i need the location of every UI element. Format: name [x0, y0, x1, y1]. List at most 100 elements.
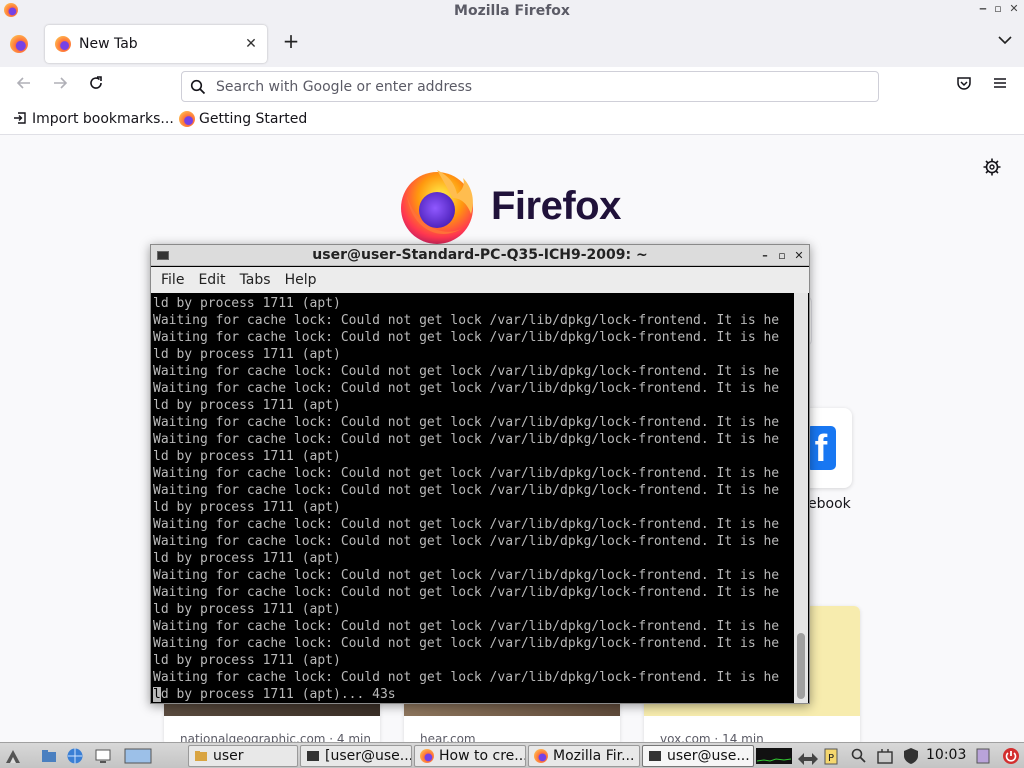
- terminal-line: Waiting for cache lock: Could not get lo…: [153, 381, 780, 396]
- terminal-line: Waiting for cache lock: Could not get lo…: [153, 313, 780, 328]
- menu-edit[interactable]: Edit: [198, 272, 225, 288]
- forward-button[interactable]: [48, 74, 72, 98]
- folder-icon: [195, 751, 207, 761]
- terminal-line: Waiting for cache lock: Could not get lo…: [153, 568, 780, 583]
- terminal-line: Waiting for cache lock: Could not get lo…: [153, 483, 780, 498]
- terminal-line: ld by process 1711 (apt): [153, 602, 341, 617]
- tab-label: New Tab: [79, 36, 138, 52]
- terminal-line: ld by process 1711 (apt): [153, 500, 341, 515]
- terminal-line: Waiting for cache lock: Could not get lo…: [153, 636, 780, 651]
- story-source: vox.com · 14 min: [660, 732, 764, 742]
- firefox-icon: [179, 111, 195, 127]
- menu-help[interactable]: Help: [285, 272, 317, 288]
- scrollbar-thumb[interactable]: [797, 633, 805, 699]
- new-tab-button[interactable]: +: [280, 31, 302, 53]
- bookmark-label: Getting Started: [199, 111, 308, 127]
- navigation-bar: [0, 67, 1024, 105]
- menu-file[interactable]: File: [161, 272, 184, 288]
- terminal-icon: [307, 751, 319, 761]
- close-tab-icon[interactable]: ✕: [241, 36, 261, 52]
- terminal-line: Waiting for cache lock: Could not get lo…: [153, 364, 780, 379]
- search-icon[interactable]: [850, 747, 868, 765]
- clock[interactable]: 10:03: [926, 747, 966, 763]
- minimize-button[interactable]: ‒: [975, 2, 991, 15]
- tab-strip: New Tab ✕ +: [0, 21, 1024, 67]
- import-icon: [12, 111, 28, 127]
- tab-new-tab[interactable]: New Tab ✕: [45, 25, 267, 63]
- minimize-button[interactable]: –: [757, 245, 773, 266]
- address-bar[interactable]: [181, 71, 879, 102]
- shortcut-label: ebook: [808, 496, 851, 512]
- terminal-line: Waiting for cache lock: Could not get lo…: [153, 585, 780, 600]
- terminal-line: Waiting for cache lock: Could not get lo…: [153, 432, 780, 447]
- terminal-scrollbar[interactable]: [794, 293, 808, 703]
- terminal-line: ld by process 1711 (apt): [153, 551, 341, 566]
- terminal-icon: [649, 751, 661, 761]
- arrow-right-icon: [54, 77, 68, 89]
- taskbar: user [user@use... How to cre... Mozilla …: [0, 742, 1024, 768]
- web-browser-icon[interactable]: [66, 747, 84, 765]
- cpu-monitor-icon: [756, 748, 792, 764]
- terminal-window[interactable]: user@user-Standard-PC-Q35-ICH9-2009: ~ –…: [150, 244, 810, 704]
- terminal-line: ld by process 1711 (apt): [153, 296, 341, 311]
- facebook-icon: f: [806, 426, 836, 470]
- app-menu-button[interactable]: [988, 74, 1012, 98]
- terminal-titlebar[interactable]: user@user-Standard-PC-Q35-ICH9-2009: ~ –…: [151, 245, 809, 266]
- pocket-icon: [957, 77, 971, 90]
- task-terminal-active[interactable]: user@use...: [642, 745, 754, 767]
- arrow-left-icon: [16, 77, 30, 89]
- user-icon[interactable]: [974, 747, 992, 765]
- search-input[interactable]: [216, 78, 856, 95]
- terminal-cursor: l: [153, 687, 161, 702]
- firefox-icon: [4, 3, 18, 17]
- firefox-icon: [420, 749, 434, 763]
- back-button[interactable]: [12, 74, 36, 98]
- network-icon[interactable]: [796, 747, 820, 765]
- show-desktop-icon[interactable]: [94, 747, 112, 765]
- terminal-line: Waiting for cache lock: Could not get lo…: [153, 517, 780, 532]
- start-menu-icon[interactable]: [4, 747, 22, 765]
- maximize-button[interactable]: ▫: [990, 2, 1006, 15]
- chevron-down-icon[interactable]: [998, 33, 1012, 49]
- reload-icon: [90, 76, 102, 89]
- file-manager-icon[interactable]: [40, 747, 58, 765]
- terminal-line: ld by process 1711 (apt): [153, 347, 341, 362]
- story-source: hear.com: [420, 732, 476, 742]
- hamburger-icon: [994, 78, 1006, 88]
- bookmark-label: Import bookmarks...: [32, 111, 174, 127]
- maximize-button[interactable]: ▫: [774, 245, 790, 266]
- security-shield-icon[interactable]: [902, 747, 920, 765]
- gear-icon[interactable]: [983, 158, 1001, 176]
- firefox-view-button[interactable]: [10, 35, 28, 53]
- menu-tabs[interactable]: Tabs: [240, 272, 271, 288]
- terminal-line: Waiting for cache lock: Could not get lo…: [153, 415, 780, 430]
- clipboard-icon[interactable]: P: [822, 747, 840, 765]
- bookmark-getting-started[interactable]: Getting Started: [179, 111, 307, 127]
- close-window-button[interactable]: ✕: [1006, 2, 1022, 15]
- task-user-folder[interactable]: user: [188, 745, 298, 767]
- power-icon[interactable]: [1002, 747, 1020, 765]
- pocket-button[interactable]: [952, 74, 976, 98]
- task-terminal[interactable]: [user@use...: [300, 745, 412, 767]
- firefox-logo-icon: [401, 170, 473, 244]
- task-mozilla-firefox[interactable]: Mozilla Fir...: [528, 745, 640, 767]
- terminal-menubar: File Edit Tabs Help: [151, 267, 809, 293]
- story-source: nationalgeographic.com · 4 min: [180, 732, 371, 742]
- reload-button[interactable]: [84, 74, 108, 98]
- terminal-title: user@user-Standard-PC-Q35-ICH9-2009: ~: [312, 247, 648, 263]
- terminal-line: ld by process 1711 (apt): [153, 398, 341, 413]
- terminal-line: Waiting for cache lock: Could not get lo…: [153, 466, 780, 481]
- window-title: Mozilla Firefox: [454, 2, 570, 19]
- terminal-line: ld by process 1711 (apt)... 43s: [153, 687, 396, 702]
- firefox-brand: Firefox: [397, 166, 621, 246]
- firefox-wordmark: Firefox: [491, 183, 621, 228]
- search-icon: [190, 79, 206, 94]
- bookmark-import[interactable]: Import bookmarks...: [12, 111, 174, 127]
- firefox-titlebar: Mozilla Firefox ‒ ▫ ✕: [0, 0, 1024, 21]
- close-window-button[interactable]: ✕: [791, 245, 807, 266]
- terminal-output[interactable]: ld by process 1711 (apt) Waiting for cach…: [151, 293, 793, 703]
- task-firefox-how-to[interactable]: How to cre...: [414, 745, 526, 767]
- updates-icon[interactable]: [876, 747, 894, 765]
- workspace-switcher-icon[interactable]: [124, 747, 152, 765]
- bookmarks-toolbar: Import bookmarks... Getting Started: [0, 105, 1024, 135]
